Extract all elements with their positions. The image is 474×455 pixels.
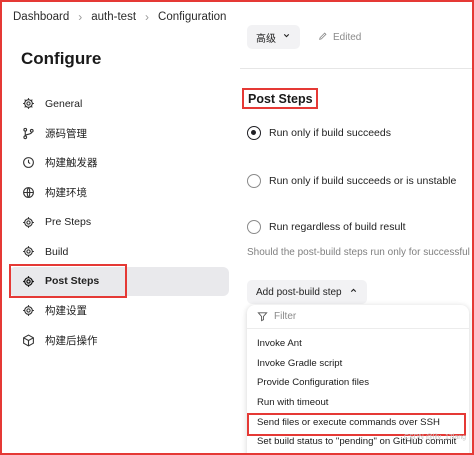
sidebar-item-build-triggers[interactable]: 构建触发器 [9,148,229,178]
globe-icon [21,186,35,200]
radio-button[interactable] [247,126,261,140]
gear-icon [21,215,35,229]
clock-icon [21,156,35,170]
section-toolbar: 高级 Edited [247,24,361,50]
dropdown-item[interactable]: Provide Configuration files [247,373,469,393]
gear-icon [21,274,35,288]
sidebar-item-build-settings[interactable]: 构建设置 [9,296,229,326]
filter-placeholder: Filter [274,311,297,322]
sidebar-item-build[interactable]: Build [9,237,229,267]
dropdown-item[interactable]: Invoke Ant [247,334,469,354]
cube-icon [21,334,35,348]
add-step-label: Add post-build step [256,286,342,298]
radio-label: Run only if build succeeds [269,127,391,139]
section-divider [240,68,474,69]
radio-run-regardless[interactable]: Run regardless of build result [247,220,406,234]
breadcrumb-separator-icon: › [145,9,150,24]
breadcrumb-separator-icon: › [78,9,83,24]
sidebar-item-post-build-actions[interactable]: 构建后操作 [9,326,229,356]
sidebar-item-pre-steps[interactable]: Pre Steps [9,207,229,237]
filter-icon [257,311,268,322]
sidebar-item-label: 构建触发器 [45,157,98,170]
edited-indicator: Edited [318,31,361,44]
radio-run-on-success-or-unstable[interactable]: Run only if build succeeds or is unstabl… [247,174,456,188]
radio-label: Run regardless of build result [269,221,406,233]
dropdown-item[interactable]: Run with timeout [247,393,469,413]
breadcrumb-dashboard[interactable]: Dashboard [13,11,69,23]
branch-icon [21,126,35,140]
page-title: Configure [21,49,102,68]
sidebar-item-label: Post Steps [45,275,100,288]
pencil-icon [318,31,328,44]
sidebar-item-source-control[interactable]: 源码管理 [9,119,229,149]
chevron-up-icon [349,286,358,298]
help-text: Should the post-build steps run only for… [247,247,474,258]
breadcrumb-configuration[interactable]: Configuration [158,11,226,23]
section-title: Post Steps [242,88,318,109]
gear-icon [21,245,35,259]
sidebar-item-label: 源码管理 [45,127,87,140]
edited-label: Edited [333,31,362,43]
gear-icon [21,304,35,318]
watermark: CSDN @lily_17lang [404,434,466,441]
add-post-build-step-button[interactable]: Add post-build step [247,280,367,304]
sidebar-item-general[interactable]: General [9,89,229,119]
sidebar-item-post-steps[interactable]: Post Steps [9,263,229,298]
breadcrumb-job[interactable]: auth-test [91,11,136,23]
sidebar-item-label: 构建后操作 [45,335,98,348]
filter-input[interactable]: Filter [247,305,469,329]
radio-run-on-success[interactable]: Run only if build succeeds [247,126,391,140]
sidebar-item-label: Pre Steps [45,216,92,229]
advanced-button-label: 高级 [256,33,276,45]
breadcrumb: Dashboard › auth-test › Configuration [0,0,474,33]
sidebar-item-label: Build [45,245,69,258]
sidebar-item-label: General [45,97,83,110]
sidebar-item-label: 构建设置 [45,305,87,318]
config-sidebar: General 源码管理 构建触发器 构建环境 Pre Steps Build [9,89,229,355]
radio-button[interactable] [247,220,261,234]
dropdown-item[interactable]: Invoke Gradle script [247,354,469,374]
radio-label: Run only if build succeeds or is unstabl… [269,175,457,187]
advanced-button[interactable]: 高级 [247,25,300,49]
radio-button[interactable] [247,174,261,188]
gear-icon [21,97,35,111]
sidebar-item-build-environment[interactable]: 构建环境 [9,178,229,208]
chevron-down-icon [282,31,291,43]
sidebar-item-label: 构建环境 [45,187,87,200]
dropdown-item-send-over-ssh[interactable]: Send files or execute commands over SSH [247,412,469,436]
post-build-step-dropdown: Filter Invoke Ant Invoke Gradle script P… [247,305,469,455]
